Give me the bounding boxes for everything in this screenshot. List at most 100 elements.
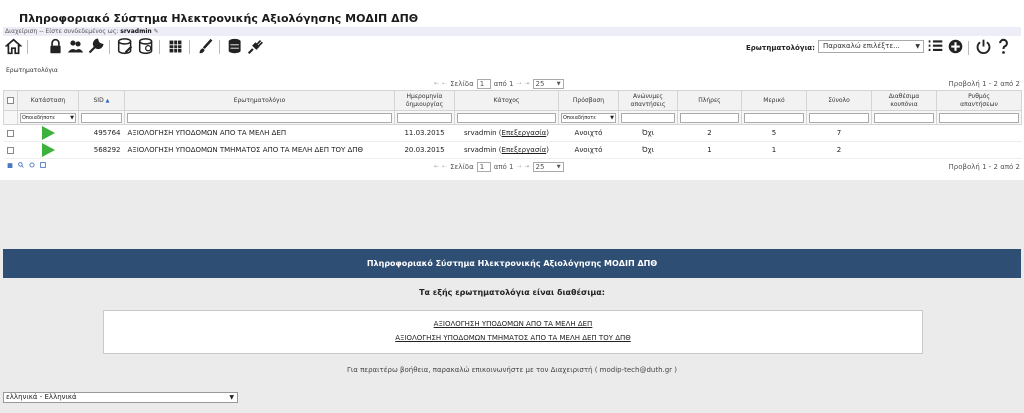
edit-owner-link[interactable]: Επεξεργασία <box>502 129 547 137</box>
filter-cell-total <box>806 110 872 125</box>
play-icon[interactable] <box>41 143 55 157</box>
app-title: Πληροφοριακό Σύστημα Ηλεκτρονικής Αξιολό… <box>19 12 419 25</box>
anonymous-filter-input[interactable] <box>621 112 675 123</box>
power-icon[interactable] <box>975 38 992 55</box>
questionnaires-select-value: Παρακαλώ επιλέξτε... <box>823 42 900 50</box>
language-select[interactable]: ελληνικά - Ελληνικά ▼ <box>3 392 238 403</box>
partial-cell: 1 <box>741 141 807 159</box>
first-page-icon[interactable]: ⇤ <box>434 163 439 170</box>
admin-link[interactable]: Διαχείριση <box>5 28 37 35</box>
coupons-header[interactable]: Διαθέσιμα κουπόνια <box>871 90 937 111</box>
rate-filter-input[interactable] <box>939 112 1019 123</box>
created-header-line1: Ημερομηνία <box>406 92 443 100</box>
rate-header-line2: απαντήσεων <box>960 100 998 108</box>
table-row[interactable]: 495764 ΑΞΙΟΛΟΓΗΣΗ ΥΠΟΔΟΜΩΝ ΑΠΟ ΤΑ ΜΕΛΗ Δ… <box>3 124 1022 142</box>
coupons-filter-input[interactable] <box>874 112 934 123</box>
delete-icon[interactable] <box>7 162 13 168</box>
page-size-value: 25 <box>535 79 545 88</box>
filter-row: Οποιαδήποτε ▼ Οποιαδήποτε ▼ <box>3 110 1022 125</box>
access-header[interactable]: Πρόσβαση <box>558 90 619 111</box>
users-icon[interactable] <box>67 38 84 55</box>
help-icon[interactable] <box>995 38 1012 55</box>
questionnaire-filter-input[interactable] <box>127 112 392 123</box>
search-icon[interactable] <box>18 162 24 168</box>
database-search-icon[interactable] <box>138 38 155 55</box>
row-select-cell <box>3 124 18 142</box>
created-header[interactable]: Ημερομηνία δημιουργίας <box>394 90 455 111</box>
row-checkbox[interactable] <box>7 146 14 154</box>
next-page-icon[interactable]: ⇢ <box>516 80 521 87</box>
plug-icon[interactable] <box>247 38 264 55</box>
owner-cell: srvadmin (Επεξεργασία) <box>454 141 559 159</box>
database-edit-icon[interactable] <box>117 38 134 55</box>
edit-profile-icon[interactable]: ✎ <box>154 28 159 35</box>
last-page-icon[interactable]: ⇥ <box>525 163 530 170</box>
filter-cell-rate <box>936 110 1022 125</box>
add-circle-icon[interactable] <box>947 38 964 55</box>
edit-owner-link[interactable]: Επεξεργασία <box>502 146 547 154</box>
filter-cell-sid <box>78 110 125 125</box>
grid-icon[interactable] <box>167 38 184 55</box>
first-page-icon[interactable]: ⇤ <box>434 80 439 87</box>
select-all-checkbox[interactable] <box>7 96 14 104</box>
full-cell: 2 <box>677 124 742 142</box>
partial-header[interactable]: Μερικό <box>741 90 807 111</box>
status-header[interactable]: Κατάσταση <box>17 90 79 111</box>
database-plug-icon[interactable] <box>227 38 244 55</box>
sid-filter-input[interactable] <box>81 112 122 123</box>
page-size-select[interactable]: 25 ▼ <box>532 78 564 89</box>
anonymous-header[interactable]: Ανώνυμες απαντήσεις <box>618 90 678 111</box>
available-questionnaires-box: ΑΞΙΟΛΟΓΗΣΗ ΥΠΟΔΟΜΩΝ ΑΠΟ ΤΑ ΜΕΛΗ ΔΕΠ ΑΞΙΟ… <box>103 310 923 354</box>
owner-name: srvadmin <box>463 146 497 154</box>
next-page-icon[interactable]: ⇢ <box>516 163 521 170</box>
owner-header[interactable]: Κάτοχος <box>454 90 559 111</box>
of-label: από 1 <box>493 162 514 171</box>
view-info-top: Προβολή 1 - 2 από 2 <box>948 80 1020 88</box>
row-checkbox[interactable] <box>7 129 14 137</box>
sid-header[interactable]: SID ▲ <box>78 90 125 111</box>
filter-cell-full <box>677 110 742 125</box>
status-filter-value: Οποιαδήποτε <box>22 114 56 121</box>
owner-filter-input[interactable] <box>457 112 556 123</box>
home-icon[interactable] <box>5 38 22 55</box>
prev-page-icon[interactable]: ⇠ <box>442 80 447 87</box>
page-input[interactable]: 1 <box>476 78 491 89</box>
coupons-cell <box>871 141 937 159</box>
access-cell: Ανοιχτό <box>558 124 619 142</box>
rate-header[interactable]: Ρυθμός απαντήσεων <box>936 90 1022 111</box>
questionnaire-title-cell[interactable]: ΑΞΙΟΛΟΓΗΣΗ ΥΠΟΔΟΜΩΝ ΑΠΟ ΤΑ ΜΕΛΗ ΔΕΠ <box>124 124 395 142</box>
brush-icon[interactable] <box>197 38 214 55</box>
last-page-icon[interactable]: ⇥ <box>525 80 530 87</box>
questionnaires-select[interactable]: Παρακαλώ επιλέξτε... ▼ <box>818 40 924 53</box>
prev-page-icon[interactable]: ⇠ <box>442 163 447 170</box>
wrench-icon[interactable] <box>87 38 104 55</box>
partial-filter-input[interactable] <box>744 112 804 123</box>
total-filter-input[interactable] <box>809 112 869 123</box>
page-input[interactable]: 1 <box>476 161 491 172</box>
refresh-icon[interactable] <box>29 162 35 168</box>
export-icon[interactable] <box>40 162 46 168</box>
list-icon[interactable] <box>927 38 944 55</box>
toolbar-separator <box>219 40 220 54</box>
created-cell: 20.03.2015 <box>394 141 455 159</box>
play-icon[interactable] <box>41 126 55 140</box>
status-filter-select[interactable]: Οποιαδήποτε ▼ <box>20 112 76 123</box>
full-header[interactable]: Πλήρες <box>677 90 742 111</box>
lock-icon[interactable] <box>47 38 64 55</box>
filter-cell-anonymous <box>618 110 678 125</box>
chevron-down-icon: ▼ <box>915 43 920 50</box>
full-cell: 1 <box>677 141 742 159</box>
questionnaire-title-cell[interactable]: ΑΞΙΟΛΟΓΗΣΗ ΥΠΟΔΟΜΩΝ ΤΜΗΜΑΤΟΣ ΑΠΟ ΤΑ ΜΕΛΗ… <box>124 141 395 159</box>
page-size-select[interactable]: 25 ▼ <box>532 161 564 172</box>
table-row[interactable]: 568292 ΑΞΙΟΛΟΓΗΣΗ ΥΠΟΔΟΜΩΝ ΤΜΗΜΑΤΟΣ ΑΠΟ … <box>3 141 1022 159</box>
created-filter-input[interactable] <box>397 112 452 123</box>
full-filter-input[interactable] <box>680 112 739 123</box>
total-header[interactable]: Σύνολο <box>806 90 872 111</box>
access-filter-select[interactable]: Οποιαδήποτε ▼ <box>561 112 616 123</box>
chevron-down-icon: ▼ <box>610 114 614 121</box>
questionnaire-link[interactable]: ΑΞΙΟΛΟΓΗΣΗ ΥΠΟΔΟΜΩΝ ΤΜΗΜΑΤΟΣ ΑΠΟ ΤΑ ΜΕΛΗ… <box>104 331 922 345</box>
view-info-bottom: Προβολή 1 - 2 από 2 <box>948 163 1020 171</box>
pager-top: ⇤ ⇠ Σελίδα 1 από 1 ⇢ ⇥ 25 ▼ <box>434 78 564 89</box>
questionnaire-header[interactable]: Ερωτηματολόγιο <box>124 90 395 111</box>
questionnaire-link[interactable]: ΑΞΙΟΛΟΓΗΣΗ ΥΠΟΔΟΜΩΝ ΑΠΟ ΤΑ ΜΕΛΗ ΔΕΠ <box>104 317 922 331</box>
